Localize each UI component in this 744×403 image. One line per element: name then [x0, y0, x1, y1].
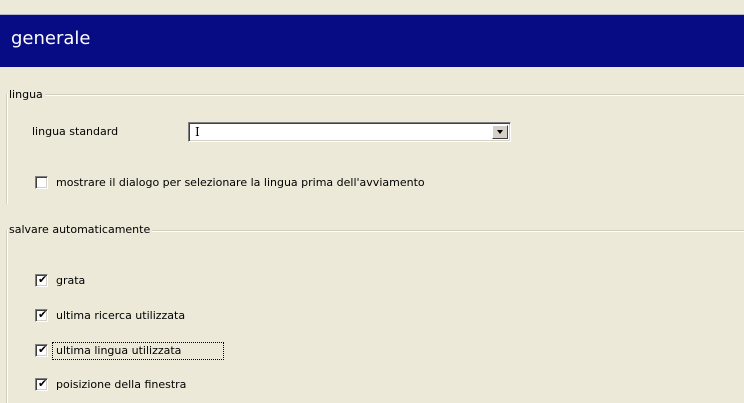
- autosave-group-legend: salvare automaticamente: [8, 223, 153, 237]
- group-border-left: [6, 94, 8, 204]
- autosave-last-search-label: ultima ricerca utilizzata: [56, 309, 186, 322]
- settings-panel: generale lingua lingua standard I mostra…: [0, 0, 744, 403]
- autosave-window-position-label: poisizione della finestra: [56, 378, 187, 391]
- section-header: generale: [0, 14, 744, 67]
- autosave-last-search-checkbox[interactable]: ✔: [35, 309, 48, 322]
- autosave-grid-label: grata: [56, 274, 86, 287]
- standard-language-dropdown[interactable]: I: [188, 122, 511, 142]
- autosave-grid-checkbox[interactable]: ✔: [35, 274, 48, 287]
- check-icon: ✔: [38, 273, 48, 286]
- section-title: generale: [11, 28, 91, 49]
- language-group-legend: lingua: [8, 88, 45, 102]
- check-icon: ✔: [38, 377, 48, 390]
- show-dialog-label: mostrare il dialogo per selezionare la l…: [56, 176, 425, 189]
- autosave-last-language-checkbox[interactable]: ✔: [35, 344, 48, 357]
- group-border-left: [6, 230, 8, 403]
- standard-language-value: I: [195, 125, 200, 139]
- dropdown-button[interactable]: [492, 125, 508, 139]
- autosave-last-language-label: ultima lingua utilizzata: [56, 344, 182, 357]
- group-border-top: [6, 94, 744, 96]
- autosave-window-position-checkbox[interactable]: ✔: [35, 378, 48, 391]
- check-icon: ✔: [38, 343, 48, 356]
- chevron-down-icon: [497, 130, 503, 134]
- check-icon: ✔: [38, 308, 48, 321]
- standard-language-label: lingua standard: [32, 125, 119, 138]
- show-dialog-checkbox[interactable]: [35, 176, 48, 189]
